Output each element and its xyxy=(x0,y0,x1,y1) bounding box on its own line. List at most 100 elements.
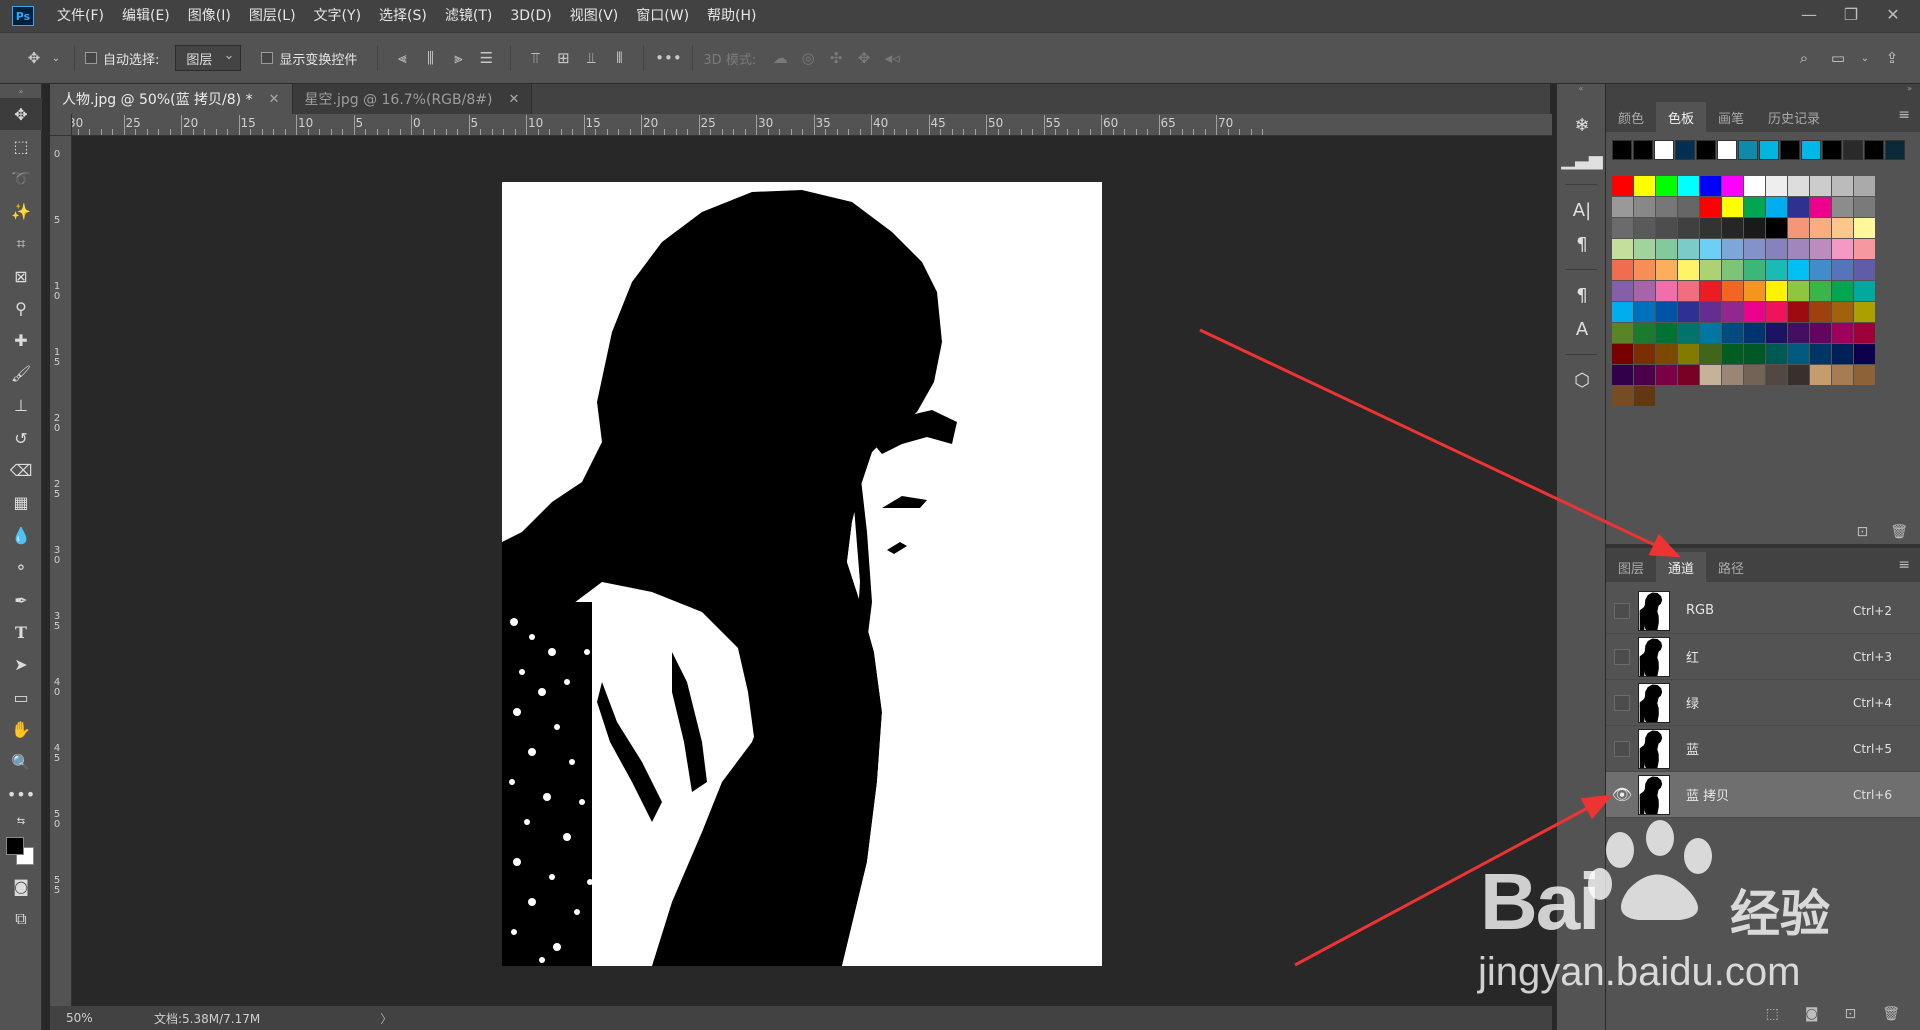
align-center-icon[interactable]: ⫼ xyxy=(416,44,444,72)
color-swatch[interactable] xyxy=(1788,323,1809,343)
color-swatch[interactable] xyxy=(1854,239,1875,259)
show-transform-checkbox[interactable] xyxy=(261,52,274,64)
color-swatch[interactable] xyxy=(1810,239,1831,259)
color-swatch[interactable] xyxy=(1854,176,1875,196)
menu-item[interactable]: 编辑(E) xyxy=(113,0,179,32)
color-swatch[interactable] xyxy=(1810,302,1831,322)
tab-brushes[interactable]: 画笔 xyxy=(1706,102,1756,132)
color-swatch[interactable] xyxy=(1810,281,1831,301)
color-swatch[interactable] xyxy=(1744,176,1765,196)
recent-swatch[interactable] xyxy=(1885,140,1905,160)
3d-roll-icon[interactable]: ◎ xyxy=(794,44,822,72)
foreground-color-swatch[interactable] xyxy=(6,836,24,855)
color-swatch[interactable] xyxy=(1744,281,1765,301)
history-brush-tool-icon[interactable]: ↺ xyxy=(0,422,42,454)
color-swatch[interactable] xyxy=(1700,344,1721,364)
color-swatch[interactable] xyxy=(1634,323,1655,343)
tab-paths[interactable]: 路径 xyxy=(1706,552,1756,582)
color-swatch[interactable] xyxy=(1612,239,1633,259)
workspace-chevron-icon[interactable]: ⌄ xyxy=(1858,44,1872,72)
character-icon[interactable]: A| xyxy=(1557,193,1607,227)
align-left-icon[interactable]: ⫷ xyxy=(388,44,416,72)
color-swatch[interactable] xyxy=(1678,302,1699,322)
color-swatch[interactable] xyxy=(1810,344,1831,364)
color-swatch[interactable] xyxy=(1700,365,1721,385)
color-swatch[interactable] xyxy=(1634,239,1655,259)
move-tool-icon[interactable]: ✥ xyxy=(20,44,48,72)
color-swatch[interactable] xyxy=(1612,176,1633,196)
menu-item[interactable]: 文字(Y) xyxy=(305,0,370,32)
panels-collapse-icon[interactable]: » xyxy=(1606,84,1920,98)
color-swatch[interactable] xyxy=(1612,323,1633,343)
color-swatch[interactable] xyxy=(1700,197,1721,217)
recent-swatch[interactable] xyxy=(1717,140,1737,160)
recent-swatch[interactable] xyxy=(1759,140,1779,160)
channel-row[interactable]: 绿 Ctrl+4 xyxy=(1606,680,1920,726)
tool-preset-chevron-icon[interactable]: ⌄ xyxy=(48,44,64,72)
recent-swatch[interactable] xyxy=(1738,140,1758,160)
color-swatch[interactable] xyxy=(1722,302,1743,322)
color-swatch[interactable] xyxy=(1722,323,1743,343)
color-swatch[interactable] xyxy=(1788,302,1809,322)
new-swatch-icon[interactable]: ⊡ xyxy=(1856,524,1868,540)
close-icon[interactable]: ✕ xyxy=(269,92,280,107)
color-swatch[interactable] xyxy=(1854,260,1875,280)
color-swatch[interactable] xyxy=(1744,323,1765,343)
status-menu-arrow-icon[interactable]: 〉 xyxy=(380,1010,392,1027)
menu-item[interactable]: 文件(F) xyxy=(48,0,113,32)
color-swatch[interactable] xyxy=(1634,302,1655,322)
canvas-area[interactable] xyxy=(72,136,1552,1006)
save-selection-channel-icon[interactable]: ◙ xyxy=(1805,1006,1819,1022)
tab-document-person[interactable]: 人物.jpg @ 50%(蓝 拷贝/8) * ✕ xyxy=(50,84,293,114)
screen-mode-icon[interactable]: ⧉ xyxy=(0,903,42,935)
color-swatch[interactable] xyxy=(1810,323,1831,343)
color-swatch[interactable] xyxy=(1612,302,1633,322)
blur-tool-icon[interactable]: 💧 xyxy=(0,519,42,551)
color-swatch[interactable] xyxy=(1678,239,1699,259)
color-swatch[interactable] xyxy=(1678,281,1699,301)
visibility-eye-icon[interactable] xyxy=(1614,602,1630,619)
color-swatch[interactable] xyxy=(1634,260,1655,280)
navigator-icon[interactable]: ❄ xyxy=(1557,108,1607,142)
color-swatch[interactable] xyxy=(1788,281,1809,301)
channel-row[interactable]: 👁 蓝 拷贝 Ctrl+6 xyxy=(1606,772,1920,818)
zoom-field[interactable]: 50% xyxy=(50,1011,110,1025)
close-icon[interactable]: ✕ xyxy=(508,92,519,107)
color-swatch[interactable] xyxy=(1832,176,1853,196)
visibility-eye-icon[interactable] xyxy=(1614,694,1630,711)
panel-menu-icon[interactable]: ≡ xyxy=(1898,557,1910,573)
ruler-origin[interactable] xyxy=(50,114,72,136)
3d-scale-icon[interactable]: ◂◃ xyxy=(878,44,906,72)
color-swatch[interactable] xyxy=(1634,281,1655,301)
visibility-eye-icon[interactable] xyxy=(1614,648,1630,665)
color-swatch[interactable] xyxy=(1656,239,1677,259)
color-swatch[interactable] xyxy=(1854,323,1875,343)
color-swatch[interactable] xyxy=(1656,365,1677,385)
clone-stamp-tool-icon[interactable]: ⊥ xyxy=(0,390,42,422)
zoom-tool-icon[interactable]: 🔍 xyxy=(0,746,42,778)
more-options-icon[interactable]: ••• xyxy=(654,44,682,72)
minimize-icon[interactable]: — xyxy=(1788,0,1830,28)
tab-color[interactable]: 颜色 xyxy=(1606,102,1656,132)
color-swatch[interactable] xyxy=(1656,176,1677,196)
menu-item[interactable]: 选择(S) xyxy=(370,0,436,32)
color-swatch[interactable] xyxy=(1722,176,1743,196)
recent-swatch[interactable] xyxy=(1780,140,1800,160)
menu-item[interactable]: 滤镜(T) xyxy=(436,0,501,32)
color-swatch[interactable] xyxy=(1810,176,1831,196)
color-swatch[interactable] xyxy=(1854,302,1875,322)
type-tool-icon[interactable]: T xyxy=(0,616,42,648)
recent-swatch[interactable] xyxy=(1654,140,1674,160)
search-icon[interactable]: ⌕ xyxy=(1790,44,1818,72)
lasso-tool-icon[interactable]: ➰ xyxy=(0,163,42,195)
color-swatch[interactable] xyxy=(1854,365,1875,385)
paragraph-icon[interactable]: ¶ xyxy=(1557,227,1607,261)
color-swatch[interactable] xyxy=(1832,344,1853,364)
color-swatch[interactable] xyxy=(1744,218,1765,238)
path-selection-tool-icon[interactable]: ➤ xyxy=(0,649,42,681)
color-swatch[interactable] xyxy=(1656,260,1677,280)
color-swatch[interactable] xyxy=(1678,260,1699,280)
pen-tool-icon[interactable]: ✒ xyxy=(0,584,42,616)
color-swatch[interactable] xyxy=(1810,218,1831,238)
3d-pan-icon[interactable]: ✣ xyxy=(822,44,850,72)
